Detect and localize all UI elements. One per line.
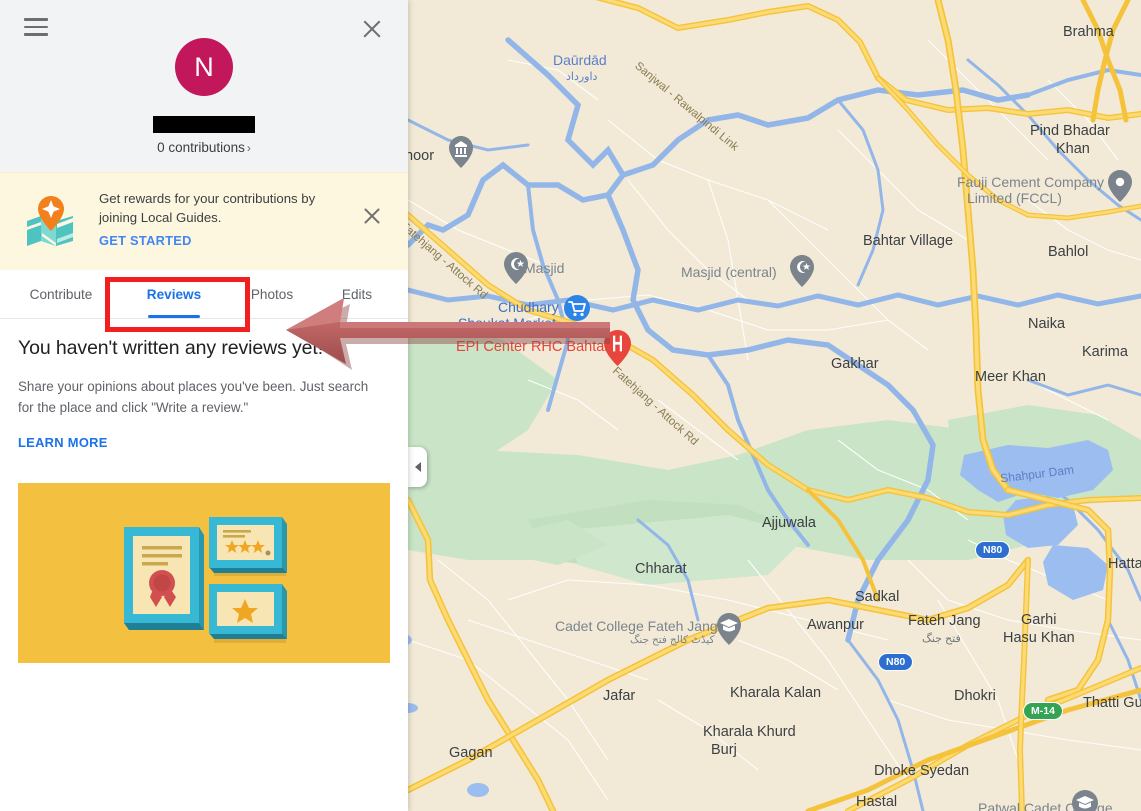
- map-label-hattar: Hattar: [1108, 556, 1141, 572]
- map-label-fateh-jang: Fateh Jang: [908, 613, 981, 629]
- hamburger-menu-icon[interactable]: [24, 18, 48, 36]
- contributions-link[interactable]: 0 contributions ›: [0, 140, 408, 155]
- mosque-marker[interactable]: [790, 255, 814, 287]
- map-label-awanpur: Awanpur: [807, 617, 864, 633]
- map-label-jafar: Jafar: [603, 688, 636, 704]
- map-label-cadet-college-urdu: کیڈٹ کالج فتح جنگ: [630, 634, 715, 646]
- tab-label: Edits: [341, 286, 373, 302]
- tab-photos[interactable]: Photos: [226, 270, 318, 318]
- map-label-chharat: Chharat: [635, 561, 687, 577]
- map-label-fauji-cement: Fauji Cement Company: [957, 174, 1105, 190]
- map-canvas[interactable]: Daūrdād داورداد Brahma Pind Bhadar Khan …: [408, 0, 1141, 811]
- shopping-cart-marker[interactable]: [564, 295, 590, 321]
- learn-more-link[interactable]: LEARN MORE: [18, 435, 108, 450]
- route-shield-n80-2[interactable]: N80: [878, 653, 914, 671]
- map-label-chudhary: Chudhary: [498, 299, 559, 315]
- profile-tabs: Contribute Reviews Photos Edits: [0, 270, 408, 319]
- banner-message: Get rewards for your contributions by jo…: [99, 191, 316, 225]
- close-icon[interactable]: [358, 15, 386, 43]
- museum-marker[interactable]: [449, 136, 473, 168]
- map-label-kharala-kalan: Kharala Kalan: [730, 685, 822, 701]
- map-label-daurdad-urdu: داورداد: [566, 71, 598, 83]
- map-label-shoukat-market: Shoukat Market: [458, 315, 557, 331]
- hospital-marker[interactable]: [604, 330, 631, 366]
- map-label-naika: Naika: [1028, 316, 1066, 332]
- empty-state-body: Share your opinions about places you've …: [18, 379, 369, 415]
- school-marker[interactable]: [1072, 790, 1098, 811]
- map-label-dhokri: Dhokri: [954, 688, 996, 704]
- profile-header: N 0 contributions ›: [0, 0, 408, 172]
- tab-active-underline: [148, 315, 200, 318]
- hamburger-bar: [24, 18, 48, 21]
- reviews-empty-state: You haven't written any reviews yet! Sha…: [0, 319, 408, 452]
- local-guides-map-pin-icon: [23, 195, 79, 247]
- local-guides-banner: Get rewards for your contributions by jo…: [0, 172, 408, 270]
- map-label-gakhar: Gakhar: [831, 356, 879, 372]
- map-label-pind-bhadar: Pind Bhadar: [1030, 123, 1110, 139]
- map-label-masjid-central: Masjid (central): [681, 264, 777, 280]
- reviews-illustration: [18, 483, 390, 663]
- map-label-thatti-gujrat: Thatti Gujrat: [1083, 695, 1141, 711]
- route-shield-m14[interactable]: M-14: [1023, 702, 1063, 720]
- get-started-button[interactable]: GET STARTED: [99, 233, 192, 248]
- mosque-marker[interactable]: [504, 252, 528, 284]
- map-label-garhi: Garhi: [1021, 612, 1057, 628]
- map-label-masjid: Masjid: [524, 260, 565, 276]
- avatar-initial: N: [194, 51, 214, 82]
- map-label-ajjuwala: Ajjuwala: [762, 515, 816, 531]
- map-label-bahlol: Bahlol: [1048, 244, 1089, 260]
- school-marker[interactable]: [717, 613, 741, 645]
- map-label-hasu-khan: Hasu Khan: [1003, 630, 1075, 646]
- tab-label: Photos: [250, 286, 294, 302]
- map-label-burj: Burj: [711, 742, 737, 758]
- map-label-hoor: hoor: [408, 148, 435, 164]
- map-label-brahma: Brahma: [1063, 24, 1114, 40]
- tab-label: Reviews: [146, 286, 202, 302]
- map-label-fauji-cement-2: Limited (FCCL): [967, 190, 1062, 206]
- map-label-epi-center: EPI Center RHC Bahtar: [456, 339, 610, 355]
- profile-panel: N 0 contributions › Get rewards for your…: [0, 0, 408, 811]
- tab-reviews[interactable]: Reviews: [122, 270, 226, 318]
- map-label-pind-bhadar-khan: Khan: [1056, 141, 1090, 157]
- route-shield-n80[interactable]: N80: [975, 541, 1011, 559]
- avatar[interactable]: N: [175, 38, 233, 96]
- map-label-bahtar-village: Bahtar Village: [863, 233, 954, 249]
- map-label-daurdad: Daūrdād: [553, 52, 607, 68]
- user-name-redacted: [153, 116, 255, 133]
- map-label-cadet-college: Cadet College Fateh Jang: [555, 618, 718, 634]
- tab-contribute[interactable]: Contribute: [0, 270, 122, 318]
- collapse-panel-button[interactable]: [408, 447, 427, 487]
- map-label-meer-khan: Meer Khan: [975, 369, 1046, 385]
- hamburger-bar: [24, 33, 48, 36]
- tab-edits[interactable]: Edits: [318, 270, 396, 318]
- map-label-karima: Karima: [1082, 344, 1128, 360]
- chevron-right-icon: ›: [246, 141, 251, 155]
- map-label-fateh-jang-urdu: فتح جنگ: [922, 633, 961, 645]
- close-icon[interactable]: [361, 205, 383, 227]
- hamburger-bar: [24, 25, 48, 29]
- contributions-count: 0 contributions: [157, 140, 245, 155]
- map-label-gagan: Gagan: [449, 745, 493, 761]
- map-label-sadkal: Sadkal: [855, 589, 900, 605]
- empty-state-heading: You haven't written any reviews yet!: [18, 337, 324, 359]
- map-label-dhoke-syedan: Dhoke Syedan: [874, 763, 970, 779]
- tab-label: Contribute: [29, 286, 93, 302]
- generic-marker[interactable]: [1108, 170, 1132, 202]
- map-label-kharala-khurd: Kharala Khurd: [703, 724, 796, 740]
- chevron-left-icon: [414, 462, 421, 472]
- map-label-hastal: Hastal: [856, 794, 898, 810]
